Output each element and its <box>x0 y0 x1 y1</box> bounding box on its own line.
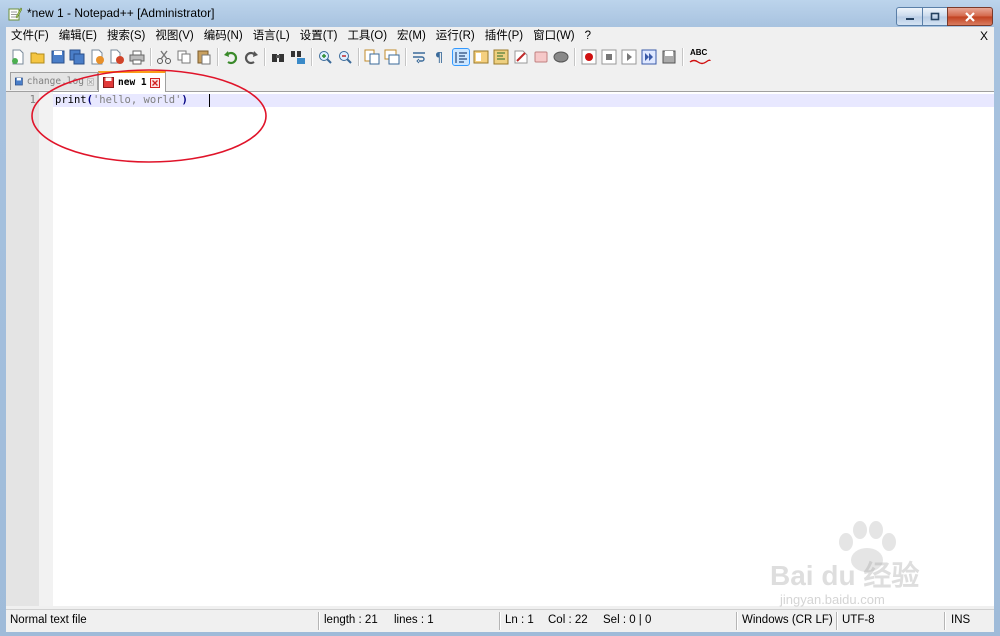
save-all-icon[interactable] <box>69 49 85 65</box>
close-x-icon <box>965 11 975 22</box>
fold-margin[interactable] <box>39 92 53 606</box>
window-close-button[interactable] <box>947 7 993 26</box>
minimize-button[interactable] <box>896 7 923 26</box>
word-wrap-icon[interactable] <box>411 49 427 65</box>
menu-item-2[interactable]: 搜索(S) <box>102 27 150 45</box>
copy-icon[interactable] <box>176 49 192 65</box>
status-separator <box>499 612 501 630</box>
title-bar[interactable]: *new 1 - Notepad++ [Administrator] <box>0 0 1000 28</box>
toolbar-separator <box>405 48 407 66</box>
toolbar: ¶ ABC <box>6 45 994 69</box>
status-separator <box>944 612 946 630</box>
close-icon[interactable] <box>89 49 105 65</box>
toolbar-separator <box>264 48 266 66</box>
status-encoding[interactable]: UTF-8 <box>842 614 875 626</box>
toolbar-separator <box>150 48 152 66</box>
menu-item-6[interactable]: 设置(T) <box>295 27 343 45</box>
save-macro-icon[interactable] <box>661 49 677 65</box>
menu-item-8[interactable]: 宏(M) <box>392 27 431 45</box>
menu-item-9[interactable]: 运行(R) <box>431 27 480 45</box>
spell-check-button[interactable]: ABC <box>688 48 712 66</box>
window-frame: *new 1 - Notepad++ [Administrator] 文件(F)… <box>0 0 1000 636</box>
window-controls <box>896 7 993 26</box>
toolbar-separator <box>358 48 360 66</box>
status-insert-mode[interactable]: INS <box>951 614 970 626</box>
watermark-brand: Bai du 经验 <box>770 560 920 591</box>
sync-h-icon[interactable] <box>384 49 400 65</box>
doc-map-icon[interactable] <box>473 49 489 65</box>
menu-item-10[interactable]: 插件(P) <box>480 27 528 45</box>
toolbar-separator <box>217 48 219 66</box>
save-icon[interactable] <box>50 49 66 65</box>
status-length: length : 21 <box>324 614 378 626</box>
minimize-icon <box>905 17 914 20</box>
redo-icon[interactable] <box>243 49 259 65</box>
status-bar: Normal text file length : 21 lines : 1 L… <box>6 609 994 632</box>
zoom-in-icon[interactable] <box>317 49 333 65</box>
open-file-icon[interactable] <box>30 49 46 65</box>
saved-file-icon <box>15 77 23 86</box>
zoom-out-icon[interactable] <box>337 49 353 65</box>
toolbar-separator <box>574 48 576 66</box>
menu-item-12[interactable]: ? <box>580 27 596 45</box>
baidu-watermark: Bai du 经验 jingyan.baidu.com <box>770 520 950 610</box>
window-title: *new 1 - Notepad++ [Administrator] <box>27 6 215 20</box>
menu-item-3[interactable]: 视图(V) <box>150 27 198 45</box>
status-separator <box>736 612 738 630</box>
show-all-chars-icon[interactable]: ¶ <box>431 49 447 65</box>
menubar: 文件(F) 编辑(E) 搜索(S) 视图(V) 编码(N) 语言(L) 设置(T) 工具(O)… <box>6 27 994 45</box>
menu-item-0[interactable]: 文件(F) <box>6 27 54 45</box>
spell-check-label: ABC <box>690 48 708 57</box>
find-icon[interactable] <box>270 49 286 65</box>
indent-guide-icon[interactable] <box>452 48 470 66</box>
maximize-icon <box>930 12 940 21</box>
status-col: Col : 22 <box>548 614 588 626</box>
toolbar-separator <box>682 48 684 66</box>
line-number-gutter <box>6 92 39 606</box>
paste-icon[interactable] <box>196 49 212 65</box>
undo-icon[interactable] <box>223 49 239 65</box>
close-all-icon[interactable] <box>109 49 125 65</box>
menubar-close-button[interactable]: X <box>980 28 988 44</box>
print-icon[interactable] <box>129 49 145 65</box>
notepad-app-icon <box>8 7 22 21</box>
watermark-url: jingyan.baidu.com <box>780 592 885 607</box>
toolbar-separator <box>311 48 313 66</box>
status-separator <box>318 612 320 630</box>
function-list-icon[interactable] <box>493 49 509 65</box>
play-macro-icon[interactable] <box>621 49 637 65</box>
svg-text:¶: ¶ <box>435 51 443 65</box>
stop-record-icon[interactable] <box>601 49 617 65</box>
monitoring-icon[interactable] <box>533 49 549 65</box>
menu-item-11[interactable]: 窗口(W) <box>528 27 580 45</box>
maximize-button[interactable] <box>922 7 948 26</box>
run-macro-multi-icon[interactable] <box>641 49 657 65</box>
replace-icon[interactable] <box>290 49 306 65</box>
menu-item-5[interactable]: 语言(L) <box>248 27 295 45</box>
status-sel: Sel : 0 | 0 <box>603 614 652 626</box>
menu-item-7[interactable]: 工具(O) <box>342 27 392 45</box>
folder-workspace-icon[interactable] <box>513 49 529 65</box>
status-ln: Ln : 1 <box>505 614 534 626</box>
menu-item-1[interactable]: 编辑(E) <box>54 27 102 45</box>
menu-item-4[interactable]: 编码(N) <box>199 27 248 45</box>
record-macro-icon[interactable] <box>581 49 597 65</box>
new-file-icon[interactable] <box>10 49 26 65</box>
status-separator <box>836 612 838 630</box>
status-lines: lines : 1 <box>394 614 434 626</box>
sync-v-icon[interactable] <box>364 49 380 65</box>
annotation-ellipse <box>31 69 267 163</box>
status-eol[interactable]: Windows (CR LF) <box>742 614 833 626</box>
macro-panel-icon[interactable] <box>553 49 569 65</box>
cut-icon[interactable] <box>156 49 172 65</box>
status-file-type: Normal text file <box>10 614 87 626</box>
